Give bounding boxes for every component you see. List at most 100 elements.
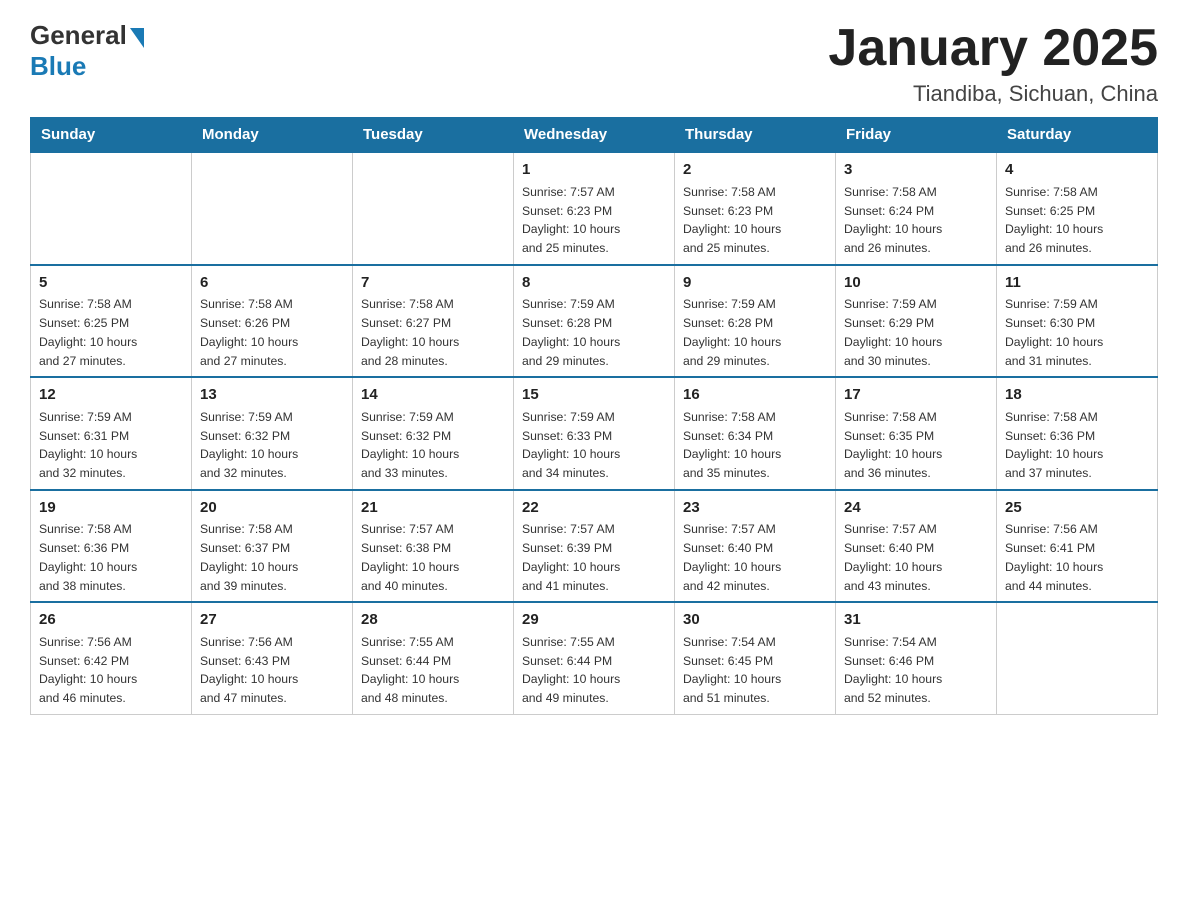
day-info: Sunrise: 7:57 AMSunset: 6:39 PMDaylight:…	[522, 522, 620, 592]
logo-general-text: General	[30, 20, 127, 51]
day-info: Sunrise: 7:54 AMSunset: 6:46 PMDaylight:…	[844, 635, 942, 705]
day-info: Sunrise: 7:57 AMSunset: 6:23 PMDaylight:…	[522, 185, 620, 255]
calendar-cell: 8 Sunrise: 7:59 AMSunset: 6:28 PMDaylight…	[514, 265, 675, 378]
calendar-cell: 27Sunrise: 7:56 AMSunset: 6:43 PMDayligh…	[192, 602, 353, 714]
calendar-cell: 15Sunrise: 7:59 AMSunset: 6:33 PMDayligh…	[514, 377, 675, 490]
day-number: 13	[200, 384, 344, 406]
day-number: 2	[683, 159, 827, 181]
day-info: Sunrise: 7:58 AMSunset: 6:27 PMDaylight:…	[361, 297, 459, 367]
calendar-cell: 11 Sunrise: 7:59 AMSunset: 6:30 PMDayligh…	[997, 265, 1158, 378]
day-number: 28	[361, 609, 505, 631]
day-info: Sunrise: 7:58 AMSunset: 6:35 PMDaylight:…	[844, 410, 942, 480]
calendar-cell: 4Sunrise: 7:58 AMSunset: 6:25 PMDaylight…	[997, 152, 1158, 265]
day-number: 22	[522, 497, 666, 519]
calendar-cell: 21 Sunrise: 7:57 AMSunset: 6:38 PMDayligh…	[353, 490, 514, 603]
day-number: 15	[522, 384, 666, 406]
column-header-friday: Friday	[836, 118, 997, 153]
day-number: 21	[361, 497, 505, 519]
calendar-cell: 16 Sunrise: 7:58 AMSunset: 6:34 PMDayligh…	[675, 377, 836, 490]
title-section: January 2025 Tiandiba, Sichuan, China	[828, 20, 1158, 107]
day-number: 19	[39, 497, 183, 519]
day-info: Sunrise: 7:56 AMSunset: 6:43 PMDaylight:…	[200, 635, 298, 705]
day-info: Sunrise: 7:56 AMSunset: 6:41 PMDaylight:…	[1005, 522, 1103, 592]
day-number: 18	[1005, 384, 1149, 406]
day-info: Sunrise: 7:55 AMSunset: 6:44 PMDaylight:…	[522, 635, 620, 705]
day-number: 1	[522, 159, 666, 181]
day-info: Sunrise: 7:58 AMSunset: 6:34 PMDaylight:…	[683, 410, 781, 480]
day-info: Sunrise: 7:59 AMSunset: 6:32 PMDaylight:…	[200, 410, 298, 480]
calendar-cell: 25 Sunrise: 7:56 AMSunset: 6:41 PMDayligh…	[997, 490, 1158, 603]
day-number: 25	[1005, 497, 1149, 519]
day-info: Sunrise: 7:59 AMSunset: 6:28 PMDaylight:…	[683, 297, 781, 367]
day-number: 23	[683, 497, 827, 519]
day-number: 31	[844, 609, 988, 631]
calendar-week-row: 26Sunrise: 7:56 AMSunset: 6:42 PMDayligh…	[31, 602, 1158, 714]
day-info: Sunrise: 7:57 AMSunset: 6:38 PMDaylight:…	[361, 522, 459, 592]
calendar-cell: 29 Sunrise: 7:55 AMSunset: 6:44 PMDayligh…	[514, 602, 675, 714]
calendar-cell: 28 Sunrise: 7:55 AMSunset: 6:44 PMDayligh…	[353, 602, 514, 714]
day-info: Sunrise: 7:58 AMSunset: 6:36 PMDaylight:…	[1005, 410, 1103, 480]
day-number: 12	[39, 384, 183, 406]
calendar-cell: 6 Sunrise: 7:58 AMSunset: 6:26 PMDaylight…	[192, 265, 353, 378]
calendar-cell	[997, 602, 1158, 714]
column-header-wednesday: Wednesday	[514, 118, 675, 153]
calendar-cell: 10 Sunrise: 7:59 AMSunset: 6:29 PMDayligh…	[836, 265, 997, 378]
calendar-week-row: 19 Sunrise: 7:58 AMSunset: 6:36 PMDayligh…	[31, 490, 1158, 603]
day-info: Sunrise: 7:59 AMSunset: 6:31 PMDaylight:…	[39, 410, 137, 480]
day-info: Sunrise: 7:58 AMSunset: 6:24 PMDaylight:…	[844, 185, 942, 255]
day-info: Sunrise: 7:59 AMSunset: 6:30 PMDaylight:…	[1005, 297, 1103, 367]
day-number: 29	[522, 609, 666, 631]
day-info: Sunrise: 7:58 AMSunset: 6:25 PMDaylight:…	[39, 297, 137, 367]
logo: General Blue	[30, 20, 144, 82]
calendar-cell: 17 Sunrise: 7:58 AMSunset: 6:35 PMDayligh…	[836, 377, 997, 490]
column-header-saturday: Saturday	[997, 118, 1158, 153]
day-number: 11	[1005, 272, 1149, 294]
day-number: 6	[200, 272, 344, 294]
day-info: Sunrise: 7:58 AMSunset: 6:25 PMDaylight:…	[1005, 185, 1103, 255]
calendar-cell: 20 Sunrise: 7:58 AMSunset: 6:37 PMDayligh…	[192, 490, 353, 603]
calendar-week-row: 1 Sunrise: 7:57 AMSunset: 6:23 PMDaylight…	[31, 152, 1158, 265]
day-info: Sunrise: 7:57 AMSunset: 6:40 PMDaylight:…	[844, 522, 942, 592]
day-info: Sunrise: 7:58 AMSunset: 6:36 PMDaylight:…	[39, 522, 137, 592]
day-info: Sunrise: 7:59 AMSunset: 6:29 PMDaylight:…	[844, 297, 942, 367]
day-info: Sunrise: 7:58 AMSunset: 6:26 PMDaylight:…	[200, 297, 298, 367]
column-header-tuesday: Tuesday	[353, 118, 514, 153]
calendar-title: January 2025	[828, 20, 1158, 77]
day-number: 17	[844, 384, 988, 406]
day-number: 8	[522, 272, 666, 294]
calendar-cell: 26Sunrise: 7:56 AMSunset: 6:42 PMDayligh…	[31, 602, 192, 714]
logo-blue-text: Blue	[30, 51, 86, 82]
day-number: 14	[361, 384, 505, 406]
day-info: Sunrise: 7:55 AMSunset: 6:44 PMDaylight:…	[361, 635, 459, 705]
day-info: Sunrise: 7:54 AMSunset: 6:45 PMDaylight:…	[683, 635, 781, 705]
day-number: 30	[683, 609, 827, 631]
calendar-cell: 23 Sunrise: 7:57 AMSunset: 6:40 PMDayligh…	[675, 490, 836, 603]
calendar-cell: 24Sunrise: 7:57 AMSunset: 6:40 PMDayligh…	[836, 490, 997, 603]
calendar-table: SundayMondayTuesdayWednesdayThursdayFrid…	[30, 117, 1158, 715]
day-info: Sunrise: 7:58 AMSunset: 6:37 PMDaylight:…	[200, 522, 298, 592]
calendar-cell: 13 Sunrise: 7:59 AMSunset: 6:32 PMDayligh…	[192, 377, 353, 490]
calendar-cell	[31, 152, 192, 265]
calendar-cell	[353, 152, 514, 265]
day-number: 9	[683, 272, 827, 294]
calendar-cell: 22 Sunrise: 7:57 AMSunset: 6:39 PMDayligh…	[514, 490, 675, 603]
page-header: General Blue January 2025 Tiandiba, Sich…	[30, 20, 1158, 107]
calendar-cell: 1 Sunrise: 7:57 AMSunset: 6:23 PMDaylight…	[514, 152, 675, 265]
day-info: Sunrise: 7:59 AMSunset: 6:32 PMDaylight:…	[361, 410, 459, 480]
day-info: Sunrise: 7:58 AMSunset: 6:23 PMDaylight:…	[683, 185, 781, 255]
column-header-thursday: Thursday	[675, 118, 836, 153]
calendar-cell	[192, 152, 353, 265]
calendar-cell: 19 Sunrise: 7:58 AMSunset: 6:36 PMDayligh…	[31, 490, 192, 603]
calendar-cell: 3Sunrise: 7:58 AMSunset: 6:24 PMDaylight…	[836, 152, 997, 265]
day-number: 10	[844, 272, 988, 294]
day-info: Sunrise: 7:57 AMSunset: 6:40 PMDaylight:…	[683, 522, 781, 592]
day-number: 5	[39, 272, 183, 294]
day-number: 20	[200, 497, 344, 519]
calendar-cell: 5 Sunrise: 7:58 AMSunset: 6:25 PMDaylight…	[31, 265, 192, 378]
column-header-sunday: Sunday	[31, 118, 192, 153]
day-number: 16	[683, 384, 827, 406]
calendar-subtitle: Tiandiba, Sichuan, China	[828, 81, 1158, 107]
calendar-cell: 31 Sunrise: 7:54 AMSunset: 6:46 PMDayligh…	[836, 602, 997, 714]
day-info: Sunrise: 7:59 AMSunset: 6:28 PMDaylight:…	[522, 297, 620, 367]
calendar-header-row: SundayMondayTuesdayWednesdayThursdayFrid…	[31, 118, 1158, 153]
